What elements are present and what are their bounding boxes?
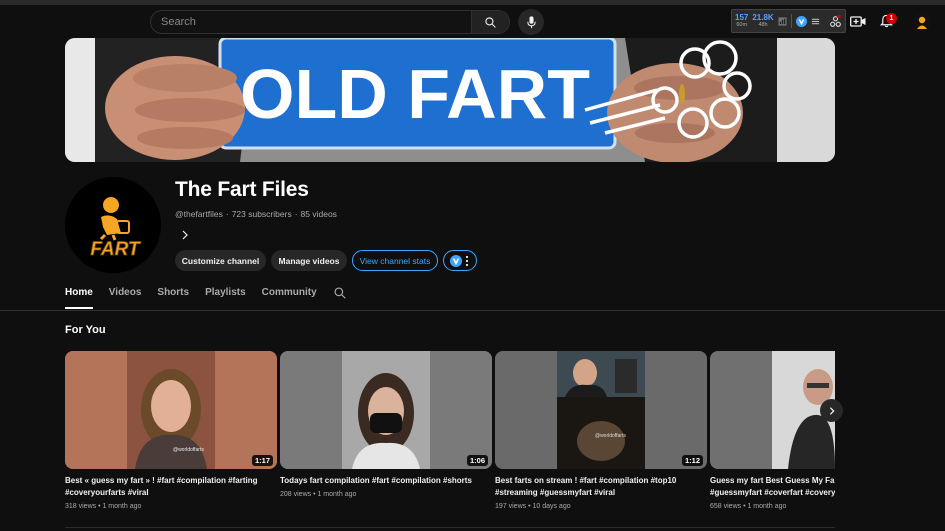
ext-stat-value: 157 xyxy=(735,12,749,22)
video-thumbnail[interactable]: @worldoffarts 1:12 xyxy=(495,351,707,469)
notification-count-badge: 1 xyxy=(886,13,897,24)
chevron-right-icon xyxy=(182,230,188,240)
video-card[interactable]: 1:06 Todays fart compilation #fart #comp… xyxy=(280,351,492,498)
channel-name: The Fart Files xyxy=(175,178,309,201)
subscriber-count: 723 subscribers xyxy=(231,209,292,219)
channel-avatar[interactable]: FART xyxy=(65,177,161,273)
tab-shorts[interactable]: Shorts xyxy=(157,287,189,309)
video-thumbnail[interactable]: @worldoffarts 1:17 xyxy=(65,351,277,469)
channel-banner: OLD FART xyxy=(65,38,835,162)
tab-videos[interactable]: Videos xyxy=(109,287,142,309)
tab-playlists[interactable]: Playlists xyxy=(205,287,246,309)
channel-meta: @thefartfiles · 723 subscribers · 85 vid… xyxy=(175,209,337,219)
carousel-next-button[interactable] xyxy=(820,399,843,422)
account-avatar[interactable] xyxy=(912,12,932,32)
video-card[interactable]: @worldoffarts 1:17 Best « guess my fart … xyxy=(65,351,277,510)
channel-logo-text: FART xyxy=(90,239,141,260)
browser-top-strip xyxy=(0,0,945,5)
section-divider xyxy=(65,527,835,528)
chart-box-icon[interactable] xyxy=(778,16,787,26)
ext-stat-value: 21.8K xyxy=(752,12,774,22)
channel-search-icon[interactable] xyxy=(333,286,347,300)
tab-community[interactable]: Community xyxy=(262,287,317,309)
video-card[interactable]: Guess my fart Best Guess My Fart #guessm… xyxy=(710,351,835,510)
video-title[interactable]: Best « guess my fart » ! #fart #compilat… xyxy=(65,475,277,499)
video-title[interactable]: Todays fart compilation #fart #compilati… xyxy=(280,475,492,487)
vidiq-logo-icon[interactable] xyxy=(795,15,807,27)
video-meta: 197 views • 10 days ago xyxy=(495,503,571,510)
video-duration: 1:06 xyxy=(466,455,488,466)
video-thumbnail[interactable] xyxy=(710,351,835,469)
search-box[interactable] xyxy=(150,10,510,34)
meta-separator: · xyxy=(294,209,298,219)
thumbnail-watermark: @worldoffarts xyxy=(173,447,204,453)
ext-stat-48h: 21.8K 48h xyxy=(752,12,774,29)
ext-divider xyxy=(790,14,792,28)
vidiq-logo-icon xyxy=(450,254,462,267)
channel-tabs: Home Videos Shorts Playlists Community xyxy=(65,287,347,309)
ext-stat-label: 48h xyxy=(758,21,768,28)
view-channel-stats-button[interactable]: View channel stats xyxy=(352,250,438,271)
voice-search-button[interactable] xyxy=(518,9,544,35)
meta-separator: · xyxy=(225,209,229,219)
video-duration: 1:17 xyxy=(251,455,273,466)
ext-stat-60m: 157 60m xyxy=(735,12,749,29)
manage-videos-button[interactable]: Manage videos xyxy=(271,250,347,271)
search-icon xyxy=(485,16,496,28)
tab-home[interactable]: Home xyxy=(65,287,93,309)
thumbnail-image: @worldoffarts xyxy=(65,351,277,469)
thumbnail-watermark: @worldoffarts xyxy=(595,433,626,439)
video-thumbnail[interactable]: 1:06 xyxy=(280,351,492,469)
thumbnail-image: @worldoffarts xyxy=(495,351,707,469)
section-title: For You xyxy=(65,324,106,336)
create-video-icon[interactable] xyxy=(849,12,867,30)
banner-sign-text: OLD FART xyxy=(240,55,590,133)
microphone-icon xyxy=(526,15,536,28)
thumbnail-image xyxy=(280,351,492,469)
ext-stat-label: 60m xyxy=(736,21,748,28)
extension-puzzle-icon[interactable] xyxy=(826,12,844,30)
tabs-divider xyxy=(0,310,945,311)
vidiq-options-button[interactable] xyxy=(443,250,477,271)
search-button[interactable] xyxy=(471,11,509,33)
video-meta: 318 views • 1 month ago xyxy=(65,503,142,510)
channel-more-info-button[interactable] xyxy=(179,228,191,240)
customize-channel-button[interactable]: Customize channel xyxy=(175,250,266,271)
video-count: 85 videos xyxy=(300,209,337,219)
video-meta: 208 views • 1 month ago xyxy=(280,491,357,498)
more-vert-icon xyxy=(465,255,469,266)
banner-image: OLD FART xyxy=(65,38,835,162)
video-title[interactable]: Guess my fart Best Guess My Fart #guessm… xyxy=(710,475,835,499)
menu-icon[interactable] xyxy=(811,17,820,26)
video-meta: 658 views • 1 month ago xyxy=(710,503,787,510)
channel-handle: @thefartfiles xyxy=(175,209,223,219)
thumbnail-image xyxy=(710,351,835,469)
video-title[interactable]: Best farts on stream ! #fart #compilatio… xyxy=(495,475,707,499)
channel-logo: FART xyxy=(65,177,161,273)
search-input[interactable] xyxy=(151,11,471,33)
video-card[interactable]: @worldoffarts 1:12 Best farts on stream … xyxy=(495,351,707,510)
chevron-right-icon xyxy=(829,406,835,415)
video-duration: 1:12 xyxy=(681,455,703,466)
